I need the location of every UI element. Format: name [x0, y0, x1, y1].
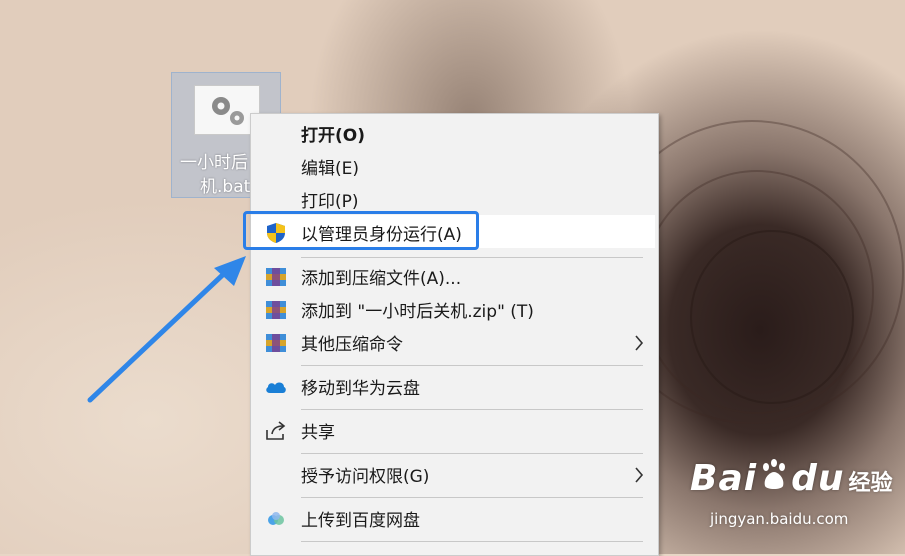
menu-separator	[301, 257, 643, 258]
winrar-icon	[264, 332, 288, 354]
menu-item-label: 添加到压缩文件(A)...	[301, 269, 462, 289]
menu-item-label: 移动到华为云盘	[301, 379, 420, 399]
baidu-netdisk-icon	[264, 508, 288, 530]
menu-item-huawei-cloud[interactable]: 移动到华为云盘	[251, 370, 658, 403]
menu-item-add-to-zip[interactable]: 添加到 "一小时后关机.zip" (T)	[251, 293, 658, 326]
menu-item-label: 上传到百度网盘	[301, 511, 420, 531]
menu-item-add-to-archive[interactable]: 添加到压缩文件(A)...	[251, 260, 658, 293]
menu-separator	[301, 453, 643, 454]
menu-item-other-compress[interactable]: 其他压缩命令	[251, 326, 658, 359]
menu-item-open[interactable]: 打开(O)	[251, 117, 658, 150]
winrar-icon	[264, 299, 288, 321]
menu-item-label: 共享	[301, 423, 335, 443]
menu-item-edit[interactable]: 编辑(E)	[251, 150, 658, 183]
share-icon	[264, 420, 288, 442]
menu-item-label: 授予访问权限(G)	[301, 467, 430, 487]
watermark-url: jingyan.baidu.com	[710, 510, 849, 528]
menu-item-grant-access[interactable]: 授予访问权限(G)	[251, 458, 658, 491]
menu-item-label: 打开(O)	[301, 126, 365, 146]
menu-item-label: 其他压缩命令	[301, 335, 403, 355]
menu-separator	[301, 409, 643, 410]
paw-icon	[759, 458, 789, 496]
highlight-box	[243, 211, 479, 250]
menu-item-share[interactable]: 共享	[251, 414, 658, 447]
watermark-logo-tail: du	[791, 458, 845, 499]
watermark-cn: 经验	[848, 471, 893, 496]
huawei-cloud-icon	[264, 376, 288, 398]
winrar-icon	[264, 266, 288, 288]
menu-separator	[301, 541, 643, 542]
menu-separator	[301, 365, 643, 366]
chevron-right-icon	[634, 466, 644, 489]
menu-separator	[301, 497, 643, 498]
watermark-logo: Bai	[690, 458, 758, 499]
menu-item-label: 编辑(E)	[301, 159, 360, 179]
chevron-right-icon	[634, 334, 644, 357]
menu-item-label: 打印(P)	[301, 192, 359, 212]
menu-item-baidu-netdisk[interactable]: 上传到百度网盘	[251, 502, 658, 535]
baidu-jingyan-watermark: Bai du 经验 jingyan.baidu.com	[690, 458, 893, 528]
menu-item-label: 添加到 "一小时后关机.zip" (T)	[301, 302, 534, 322]
